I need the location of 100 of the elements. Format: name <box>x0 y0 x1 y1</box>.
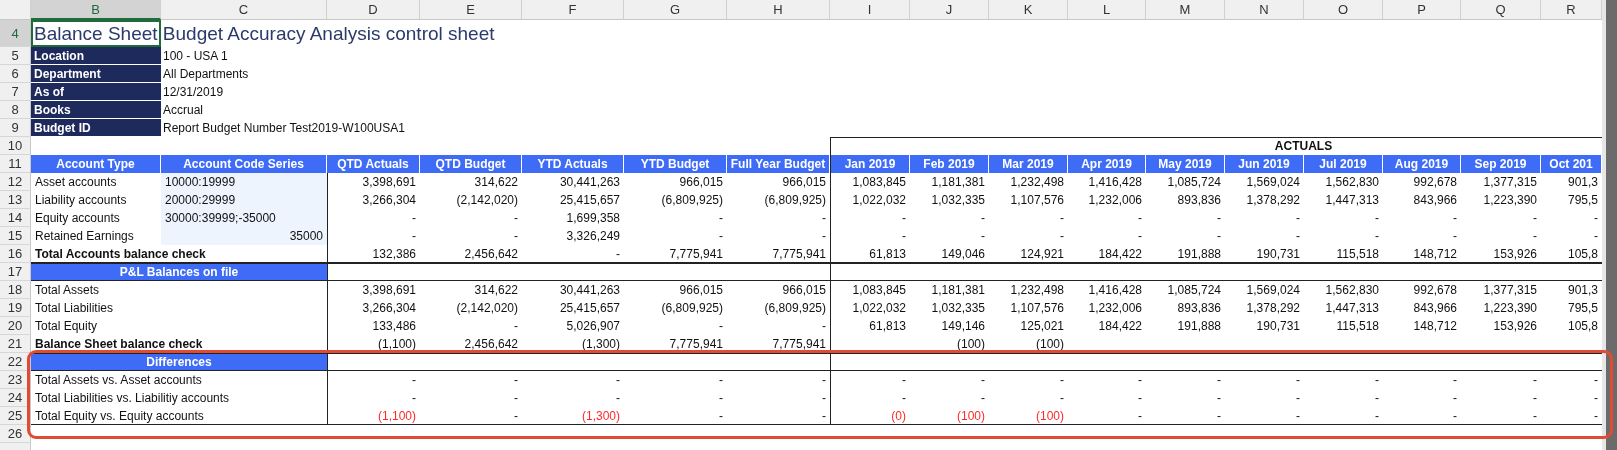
table-cell-text: - <box>1295 228 1301 245</box>
table-cell-text: (6,809,925) <box>763 192 827 209</box>
column-header: QTD Budget <box>420 155 522 173</box>
table-cell-text: - <box>1216 390 1222 407</box>
column-letter[interactable]: L <box>1068 0 1146 20</box>
column-letter[interactable]: P <box>1383 0 1461 20</box>
field-value: Report Budget Number Test2019-W100USA1 <box>162 120 406 137</box>
row-number[interactable]: 9 <box>0 119 31 137</box>
select-all-corner[interactable] <box>0 0 31 20</box>
table-cell-text: Asset accounts <box>34 174 118 191</box>
column-letter[interactable]: F <box>522 0 624 20</box>
table-cell-text: 795,5 <box>1566 300 1599 317</box>
table-cell-text: - <box>980 390 986 407</box>
table-cell: - <box>830 227 910 245</box>
row-number[interactable]: 12 <box>0 173 31 191</box>
table-cell: - <box>327 389 420 407</box>
table-cell: 3,398,691 <box>327 281 420 299</box>
row-number[interactable]: 10 <box>0 137 31 155</box>
table-cell-text: 1,181,381 <box>930 282 986 299</box>
table-cell: 20000:29999 <box>161 191 327 209</box>
table-cell-text: - <box>821 390 827 407</box>
table-cell-text: 1,085,724 <box>1166 174 1222 191</box>
table-cell-text: 1,562,830 <box>1324 174 1380 191</box>
row-number[interactable]: 19 <box>0 299 31 317</box>
table-cell-text: 1,223,390 <box>1482 192 1538 209</box>
row-number[interactable]: 4 <box>0 20 31 47</box>
column-header: YTD Actuals <box>522 155 624 173</box>
table-cell-text: - <box>1137 390 1143 407</box>
table-cell-text: (6,809,925) <box>660 192 724 209</box>
column-letter[interactable]: N <box>1225 0 1304 20</box>
row-number[interactable]: 17 <box>0 263 31 281</box>
column-letter[interactable]: R <box>1541 0 1602 20</box>
row-number[interactable]: 24 <box>0 389 31 407</box>
table-cell: - <box>420 407 522 425</box>
table-cell-text: 191,888 <box>1176 318 1222 335</box>
table-cell: - <box>1304 407 1383 425</box>
table-cell-text: Equity accounts <box>34 210 121 227</box>
table-cell-text: 1,562,830 <box>1324 282 1380 299</box>
table-cell: 2,456,642 <box>420 245 522 263</box>
column-letter[interactable]: D <box>327 0 420 20</box>
column-letter[interactable]: E <box>420 0 522 20</box>
table-cell: 132,386 <box>327 245 420 263</box>
table-cell-text: 901,3 <box>1566 282 1599 299</box>
table-cell-text: 115,518 <box>1335 318 1380 335</box>
table-cell-text: - <box>1532 390 1538 407</box>
column-letter[interactable]: G <box>624 0 727 20</box>
row-number[interactable]: 16 <box>0 245 31 263</box>
row-number[interactable]: 26 <box>0 425 31 443</box>
row-number[interactable]: 18 <box>0 281 31 299</box>
table-cell-text: 893,836 <box>1176 192 1222 209</box>
column-letter[interactable]: I <box>830 0 910 20</box>
table-cell: - <box>1225 407 1304 425</box>
table-cell-text: 1,447,313 <box>1324 300 1380 317</box>
row-number[interactable]: 23 <box>0 371 31 389</box>
table-cell-text: 1,377,315 <box>1482 174 1538 191</box>
table-cell-text: - <box>1374 372 1380 389</box>
row-number[interactable]: 15 <box>0 227 31 245</box>
table-cell-text: 1,232,498 <box>1009 282 1065 299</box>
table-cell: - <box>1461 407 1541 425</box>
row-number[interactable]: 11 <box>0 155 31 173</box>
row-number[interactable]: 22 <box>0 353 31 371</box>
table-cell: 184,422 <box>1068 245 1146 263</box>
table-cell: (1,300) <box>522 335 624 353</box>
table-cell: 3,266,304 <box>327 299 420 317</box>
table-cell-text: - <box>821 372 827 389</box>
column-letter[interactable]: C <box>161 0 327 20</box>
column-letter[interactable]: B <box>31 0 161 20</box>
column-letter[interactable]: H <box>727 0 830 20</box>
row-number[interactable]: 8 <box>0 101 31 119</box>
table-cell-text: - <box>821 210 827 227</box>
table-cell-text: 1,569,024 <box>1245 174 1301 191</box>
sheet-title: Balance Sheet Budget Accuracy Analysis control sheet <box>31 20 1068 47</box>
table-cell-text: 3,326,249 <box>565 228 621 245</box>
column-letter[interactable]: M <box>1146 0 1225 20</box>
table-cell-text: - <box>513 228 519 245</box>
table-cell-text: 966,015 <box>781 174 827 191</box>
row-header[interactable] <box>0 443 31 450</box>
table-cell-text: - <box>1059 372 1065 389</box>
row-number[interactable]: 21 <box>0 335 31 353</box>
column-letter[interactable]: O <box>1304 0 1383 20</box>
table-cell-text: - <box>1374 390 1380 407</box>
table-cell-text: Total Assets vs. Asset accounts <box>34 372 203 389</box>
row-number[interactable]: 14 <box>0 209 31 227</box>
row-number[interactable]: 20 <box>0 317 31 335</box>
table-cell-text: 190,731 <box>1255 318 1301 335</box>
row-number[interactable]: 25 <box>0 407 31 425</box>
row-number[interactable]: 5 <box>0 47 31 65</box>
row-number[interactable]: 6 <box>0 65 31 83</box>
table-cell-text: - <box>821 318 827 335</box>
column-letter[interactable]: Q <box>1461 0 1541 20</box>
column-letter[interactable]: K <box>989 0 1068 20</box>
table-cell: - <box>327 209 420 227</box>
row-number[interactable]: 7 <box>0 83 31 101</box>
table-cell-text: 1,378,292 <box>1245 192 1301 209</box>
scrollbar[interactable] <box>1602 0 1617 450</box>
table-cell: 133,486 <box>327 317 420 335</box>
column-letter[interactable]: J <box>910 0 989 20</box>
table-cell: Total Equity vs. Equity accounts <box>31 407 327 425</box>
row-number[interactable]: 13 <box>0 191 31 209</box>
table-cell-text: 1,107,576 <box>1009 192 1065 209</box>
